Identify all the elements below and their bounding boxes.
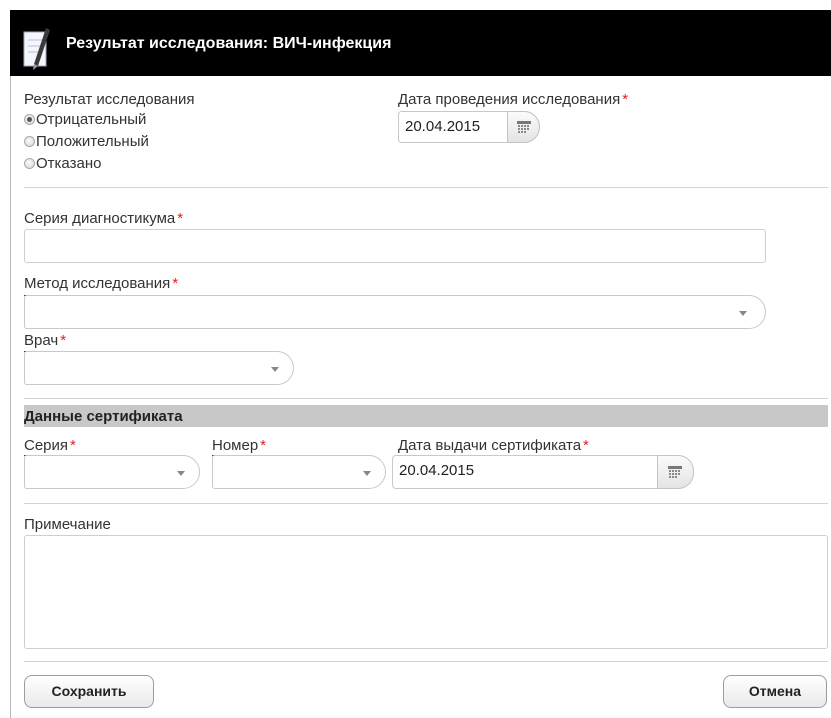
- required-mark: *: [177, 210, 184, 227]
- method-label-text: Метод исследования: [24, 275, 171, 292]
- required-mark: *: [622, 91, 629, 108]
- radio-button[interactable]: [24, 158, 35, 169]
- pencil-document-icon: [23, 28, 50, 70]
- chevron-down-icon[interactable]: [177, 471, 185, 476]
- cert-issue-date-label: Дата выдачи сертификата *: [398, 437, 589, 454]
- radio-negative-label: Отрицательный: [36, 111, 147, 128]
- note-textarea[interactable]: [24, 535, 828, 649]
- cert-issue-date-label-text: Дата выдачи сертификата: [398, 437, 582, 454]
- cert-series-label-text: Серия: [24, 437, 69, 454]
- radio-refused[interactable]: Отказано: [24, 155, 101, 172]
- chevron-down-icon[interactable]: [363, 471, 371, 476]
- cert-issue-date-calendar-button[interactable]: [657, 455, 694, 489]
- cert-number-label-text: Номер: [212, 437, 259, 454]
- required-mark: *: [60, 332, 67, 349]
- cert-series-label: Серия *: [24, 437, 76, 454]
- radio-positive-label: Положительный: [36, 133, 149, 150]
- study-date-calendar-button[interactable]: [507, 111, 540, 143]
- required-mark: *: [260, 437, 267, 454]
- study-date-label: Дата проведения исследования *: [398, 91, 628, 108]
- method-label: Метод исследования *: [24, 275, 178, 292]
- diagnosticum-series-input[interactable]: [24, 229, 766, 263]
- dialog-title: Результат исследования: ВИЧ-инфекция: [66, 35, 392, 52]
- divider: [24, 503, 828, 504]
- cert-issue-date-value: 20.04.2015: [399, 462, 475, 479]
- study-date-label-text: Дата проведения исследования: [398, 91, 621, 108]
- doctor-select[interactable]: [24, 351, 294, 385]
- radio-refused-label: Отказано: [36, 155, 102, 172]
- divider: [24, 398, 828, 399]
- chevron-down-icon[interactable]: [271, 367, 279, 372]
- required-mark: *: [172, 275, 179, 292]
- radio-button[interactable]: [24, 136, 35, 147]
- cancel-button[interactable]: Отмена: [723, 675, 827, 708]
- calendar-icon: [668, 466, 682, 478]
- cert-number-label: Номер *: [212, 437, 266, 454]
- doctor-label-text: Врач: [24, 332, 59, 349]
- method-select[interactable]: [24, 295, 766, 329]
- chevron-down-icon[interactable]: [739, 311, 747, 316]
- divider: [24, 187, 828, 188]
- divider: [24, 661, 828, 662]
- calendar-icon: [517, 121, 531, 133]
- required-mark: *: [70, 437, 76, 454]
- required-mark: *: [583, 437, 589, 454]
- study-date-value: 20.04.2015: [405, 118, 481, 135]
- doctor-label: Врач *: [24, 332, 66, 349]
- save-button[interactable]: Сохранить: [24, 675, 154, 708]
- cert-series-select[interactable]: [24, 455, 200, 489]
- note-label: Примечание: [24, 516, 111, 533]
- diagnosticum-series-label-text: Серия диагностикума: [24, 210, 176, 227]
- certificate-section-title: Данные сертификата: [24, 408, 183, 425]
- radio-negative[interactable]: Отрицательный: [24, 111, 146, 128]
- result-label: Результат исследования: [24, 91, 195, 108]
- cert-number-select[interactable]: [212, 455, 386, 489]
- radio-button-checked[interactable]: [24, 114, 35, 125]
- diagnosticum-series-label: Серия диагностикума *: [24, 210, 183, 227]
- radio-positive[interactable]: Положительный: [24, 133, 149, 150]
